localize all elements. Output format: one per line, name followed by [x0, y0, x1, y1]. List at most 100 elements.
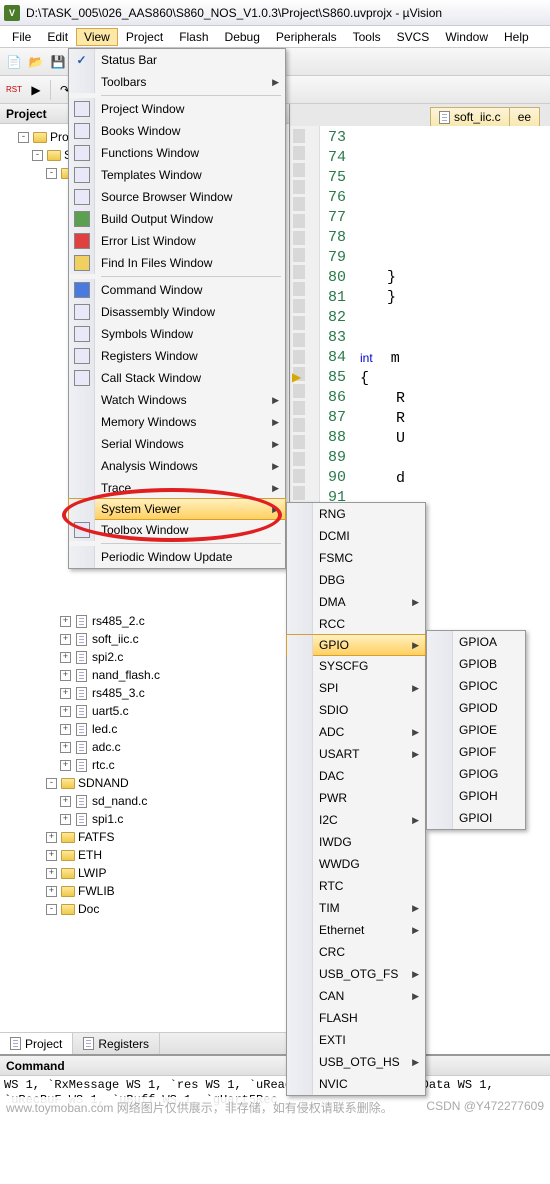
- tree-node[interactable]: +ETH: [0, 846, 289, 864]
- view-menu-disassembly-window[interactable]: Disassembly Window: [69, 301, 285, 323]
- sv-item-crc[interactable]: CRC: [287, 941, 425, 963]
- view-menu-project-window[interactable]: Project Window: [69, 98, 285, 120]
- sv-item-usb_otg_fs[interactable]: USB_OTG_FS▶: [287, 963, 425, 985]
- sv-item-gpio[interactable]: GPIO▶: [286, 634, 426, 656]
- panel-tab-project[interactable]: Project: [0, 1033, 73, 1054]
- menu-help[interactable]: Help: [496, 28, 537, 46]
- tree-node[interactable]: +FWLIB: [0, 882, 289, 900]
- expand-icon[interactable]: +: [60, 724, 71, 735]
- menu-tools[interactable]: Tools: [345, 28, 389, 46]
- expand-icon[interactable]: +: [46, 886, 57, 897]
- open-icon[interactable]: 📂: [26, 52, 46, 72]
- expand-icon[interactable]: +: [60, 760, 71, 771]
- sv-item-rng[interactable]: RNG: [287, 503, 425, 525]
- gpio-item-gpioh[interactable]: GPIOH: [427, 785, 525, 807]
- sv-item-dac[interactable]: DAC: [287, 765, 425, 787]
- menu-debug[interactable]: Debug: [217, 28, 268, 46]
- menu-file[interactable]: File: [4, 28, 39, 46]
- tree-node[interactable]: -SDNAND: [0, 774, 289, 792]
- tree-node[interactable]: +spi2.c: [0, 648, 289, 666]
- editor-tab-extra[interactable]: ee: [510, 107, 540, 126]
- gpio-submenu[interactable]: GPIOAGPIOBGPIOCGPIODGPIOEGPIOFGPIOGGPIOH…: [426, 630, 526, 830]
- gpio-item-gpioi[interactable]: GPIOI: [427, 807, 525, 829]
- collapse-icon[interactable]: -: [32, 150, 43, 161]
- collapse-icon[interactable]: -: [46, 904, 57, 915]
- sv-item-dma[interactable]: DMA▶: [287, 591, 425, 613]
- view-menu-templates-window[interactable]: Templates Window: [69, 164, 285, 186]
- tree-node[interactable]: +spi1.c: [0, 810, 289, 828]
- gpio-item-gpiog[interactable]: GPIOG: [427, 763, 525, 785]
- tree-node[interactable]: +rtc.c: [0, 756, 289, 774]
- gpio-item-gpiof[interactable]: GPIOF: [427, 741, 525, 763]
- sv-item-can[interactable]: CAN▶: [287, 985, 425, 1007]
- editor-tab[interactable]: soft_iic.c: [430, 107, 510, 126]
- sv-item-dcmi[interactable]: DCMI: [287, 525, 425, 547]
- expand-icon[interactable]: +: [60, 616, 71, 627]
- menu-flash[interactable]: Flash: [171, 28, 216, 46]
- sv-item-sdio[interactable]: SDIO: [287, 699, 425, 721]
- tree-node[interactable]: +LWIP: [0, 864, 289, 882]
- gpio-item-gpiod[interactable]: GPIOD: [427, 697, 525, 719]
- expand-icon[interactable]: +: [60, 634, 71, 645]
- view-menu-books-window[interactable]: Books Window: [69, 120, 285, 142]
- view-menu-analysis-windows[interactable]: Analysis Windows▶: [69, 455, 285, 477]
- sv-item-flash[interactable]: FLASH: [287, 1007, 425, 1029]
- tree-node[interactable]: +sd_nand.c: [0, 792, 289, 810]
- view-menu-command-window[interactable]: Command Window: [69, 279, 285, 301]
- view-menu-status-bar[interactable]: ✓Status Bar: [69, 49, 285, 71]
- tree-node[interactable]: +soft_iic.c: [0, 630, 289, 648]
- system-viewer-submenu[interactable]: RNGDCMIFSMCDBGDMA▶RCCGPIO▶SYSCFGSPI▶SDIO…: [286, 502, 426, 1096]
- menu-peripherals[interactable]: Peripherals: [268, 28, 345, 46]
- sv-item-nvic[interactable]: NVIC: [287, 1073, 425, 1095]
- view-menu-serial-windows[interactable]: Serial Windows▶: [69, 433, 285, 455]
- sv-item-exti[interactable]: EXTI: [287, 1029, 425, 1051]
- expand-icon[interactable]: +: [46, 832, 57, 843]
- expand-icon[interactable]: +: [46, 868, 57, 879]
- menu-edit[interactable]: Edit: [39, 28, 76, 46]
- sv-item-rtc[interactable]: RTC: [287, 875, 425, 897]
- tree-node[interactable]: +adc.c: [0, 738, 289, 756]
- collapse-icon[interactable]: -: [46, 168, 57, 179]
- gpio-item-gpioc[interactable]: GPIOC: [427, 675, 525, 697]
- menu-project[interactable]: Project: [118, 28, 171, 46]
- rst-icon[interactable]: RST: [4, 80, 24, 100]
- tree-node[interactable]: +rs485_2.c: [0, 612, 289, 630]
- save-icon[interactable]: 💾: [48, 52, 68, 72]
- sv-item-ethernet[interactable]: Ethernet▶: [287, 919, 425, 941]
- collapse-icon[interactable]: -: [18, 132, 29, 143]
- sv-item-rcc[interactable]: RCC: [287, 613, 425, 635]
- sv-item-wwdg[interactable]: WWDG: [287, 853, 425, 875]
- sv-item-pwr[interactable]: PWR: [287, 787, 425, 809]
- menu-svcs[interactable]: SVCS: [389, 28, 438, 46]
- view-menu-symbols-window[interactable]: Symbols Window: [69, 323, 285, 345]
- menu-view[interactable]: View: [76, 28, 118, 46]
- sv-item-syscfg[interactable]: SYSCFG: [287, 655, 425, 677]
- sv-item-usb_otg_hs[interactable]: USB_OTG_HS▶: [287, 1051, 425, 1073]
- view-menu-dropdown[interactable]: ✓Status BarToolbars▶ Project WindowBooks …: [68, 48, 286, 569]
- collapse-icon[interactable]: -: [46, 778, 57, 789]
- view-menu-memory-windows[interactable]: Memory Windows▶: [69, 411, 285, 433]
- sv-item-i2c[interactable]: I2C▶: [287, 809, 425, 831]
- expand-icon[interactable]: +: [60, 706, 71, 717]
- new-icon[interactable]: 📄: [4, 52, 24, 72]
- menu-window[interactable]: Window: [437, 28, 496, 46]
- expand-icon[interactable]: +: [60, 796, 71, 807]
- expand-icon[interactable]: +: [60, 688, 71, 699]
- expand-icon[interactable]: +: [60, 670, 71, 681]
- gpio-item-gpioe[interactable]: GPIOE: [427, 719, 525, 741]
- expand-icon[interactable]: +: [60, 652, 71, 663]
- gpio-item-gpioa[interactable]: GPIOA: [427, 631, 525, 653]
- view-menu-call-stack-window[interactable]: Call Stack Window: [69, 367, 285, 389]
- view-menu-registers-window[interactable]: Registers Window: [69, 345, 285, 367]
- panel-tab-registers[interactable]: Registers: [73, 1033, 160, 1054]
- sv-item-tim[interactable]: TIM▶: [287, 897, 425, 919]
- view-menu-toolbars[interactable]: Toolbars▶: [69, 71, 285, 93]
- view-menu-watch-windows[interactable]: Watch Windows▶: [69, 389, 285, 411]
- view-menu-find-in-files-window[interactable]: Find In Files Window: [69, 252, 285, 274]
- view-menu-error-list-window[interactable]: Error List Window: [69, 230, 285, 252]
- view-menu-toolbox-window[interactable]: Toolbox Window: [69, 519, 285, 541]
- view-menu-trace[interactable]: Trace▶: [69, 477, 285, 499]
- view-menu-functions-window[interactable]: Functions Window: [69, 142, 285, 164]
- expand-icon[interactable]: +: [60, 742, 71, 753]
- sv-item-dbg[interactable]: DBG: [287, 569, 425, 591]
